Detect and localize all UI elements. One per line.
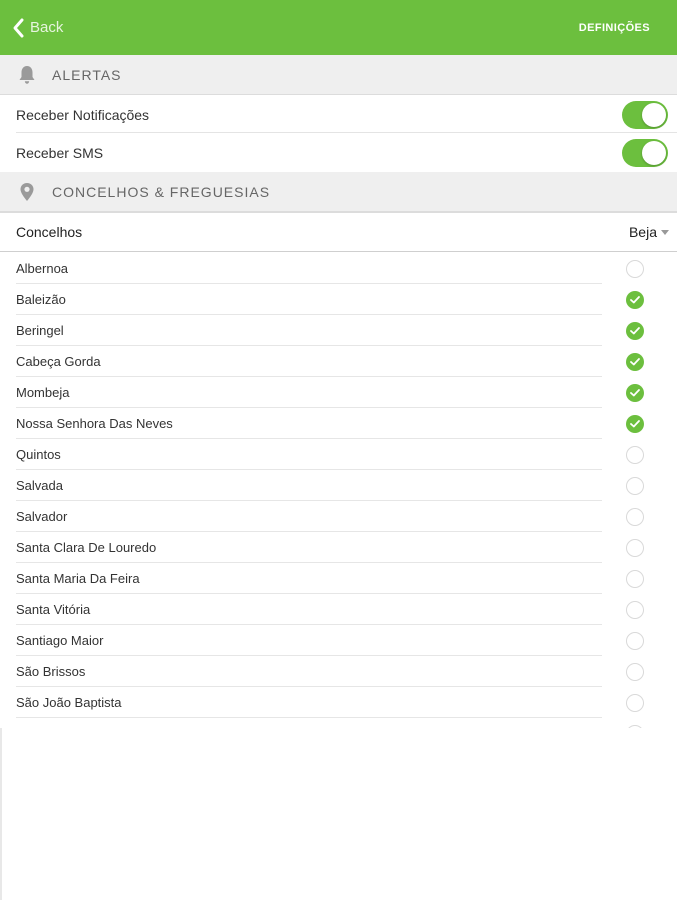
list-item[interactable]: São Brissos [0, 656, 677, 687]
list-item[interactable]: Salvador [0, 501, 677, 532]
section-header-alerts: ALERTAS [0, 55, 677, 95]
checkmark-icon[interactable] [626, 290, 644, 309]
list-item[interactable]: Quintos [0, 439, 677, 470]
concelho-selected-value: Beja [628, 224, 657, 240]
bell-icon [17, 65, 37, 85]
concelho-select-label: Concelhos [16, 224, 83, 240]
list-item[interactable]: Albernoa [0, 253, 677, 284]
empty-circle-icon[interactable] [626, 662, 644, 681]
list-item[interactable]: Santa Maria Da Feira [0, 563, 677, 594]
toggle-knob [642, 102, 666, 127]
checkmark-icon[interactable] [626, 352, 644, 371]
freguesia-name: Baleizão [16, 292, 66, 307]
list-item[interactable]: Santa Clara De Louredo [0, 532, 677, 563]
concelho-dropdown[interactable]: Beja [629, 224, 669, 240]
freguesia-name: Mombeja [16, 385, 70, 400]
checkmark-icon[interactable] [626, 383, 644, 402]
location-pin-icon [17, 182, 37, 202]
checkmark-icon[interactable] [626, 414, 644, 433]
toggle-label-sms: Receber SMS [16, 144, 104, 161]
empty-circle-icon[interactable] [626, 724, 644, 728]
freguesia-name: Salvada [16, 478, 63, 493]
page-title: DEFINIÇÕES [578, 21, 650, 34]
list-item[interactable]: São João Baptista [0, 687, 677, 718]
list-item[interactable]: Santa Vitória [0, 594, 677, 625]
freguesia-name: Santa Maria Da Feira [16, 571, 140, 586]
checkmark-icon[interactable] [626, 321, 644, 340]
freguesia-name: Beringel [16, 323, 64, 338]
freguesia-name: São Matias [16, 726, 81, 728]
list-item[interactable]: Baleizão [0, 284, 677, 315]
freguesia-name: Santiago Maior [16, 633, 104, 648]
freguesia-list[interactable]: Albernoa Baleizão Beringel Cabeça Gorda Momb… [0, 253, 677, 728]
navigation-bar: Back DEFINIÇÕES [0, 0, 677, 55]
freguesia-name: Quintos [16, 447, 61, 462]
back-button-label: Back [30, 19, 64, 36]
empty-circle-icon[interactable] [626, 569, 644, 588]
empty-circle-icon[interactable] [626, 631, 644, 650]
list-item[interactable]: Nossa Senhora Das Neves [0, 408, 677, 439]
section-title-alerts: ALERTAS [52, 66, 122, 83]
toggle-row-sms: Receber SMS [0, 134, 677, 171]
empty-circle-icon[interactable] [626, 259, 644, 278]
empty-circle-icon[interactable] [626, 476, 644, 495]
freguesia-name: Salvador [16, 509, 68, 524]
concelho-select-row: Concelhos Beja [0, 212, 677, 252]
toggle-knob [642, 140, 666, 165]
list-item[interactable]: Beringel [0, 315, 677, 346]
toggle-label-notifications: Receber Notificações [16, 106, 150, 123]
list-item[interactable]: Salvada [0, 470, 677, 501]
sms-toggle[interactable] [622, 138, 668, 167]
toggle-row-notifications: Receber Notificações [0, 96, 677, 133]
chevron-left-icon [13, 18, 24, 37]
freguesia-name: Cabeça Gorda [16, 354, 101, 369]
list-item[interactable]: Cabeça Gorda [0, 346, 677, 377]
divider [0, 728, 2, 900]
freguesia-name: São João Baptista [16, 695, 122, 710]
empty-circle-icon[interactable] [626, 600, 644, 619]
empty-circle-icon[interactable] [626, 693, 644, 712]
list-item[interactable]: Santiago Maior [0, 625, 677, 656]
section-title-region: CONCELHOS & FREGUESIAS [52, 183, 271, 200]
empty-circle-icon[interactable] [626, 538, 644, 557]
empty-circle-icon[interactable] [626, 507, 644, 526]
freguesia-name: São Brissos [16, 664, 86, 679]
back-button[interactable]: Back [0, 0, 63, 55]
divider [16, 132, 677, 133]
empty-circle-icon[interactable] [626, 445, 644, 464]
freguesia-name: Santa Clara De Louredo [16, 540, 157, 555]
notifications-toggle[interactable] [622, 100, 668, 129]
caret-down-icon [661, 229, 669, 235]
freguesia-name: Nossa Senhora Das Neves [16, 416, 173, 431]
list-item[interactable]: São Matias [0, 718, 677, 728]
freguesia-name: Albernoa [16, 261, 69, 276]
list-item[interactable]: Mombeja [0, 377, 677, 408]
section-header-region: CONCELHOS & FREGUESIAS [0, 172, 677, 212]
freguesia-name: Santa Vitória [16, 602, 91, 617]
